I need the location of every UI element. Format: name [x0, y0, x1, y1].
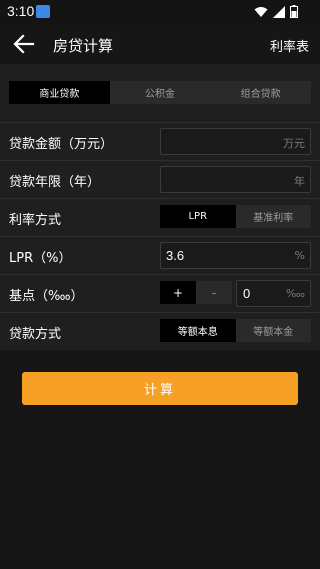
tab-commercial-loan[interactable]: 商业贷款 — [9, 81, 110, 104]
app-bar: 房贷计算 利率表 — [0, 24, 320, 64]
years-placeholder: 年 — [294, 175, 305, 188]
repay-equal-installment[interactable]: 等额本息 — [160, 319, 236, 342]
rate-table-button[interactable]: 利率表 — [270, 36, 309, 55]
lpr-row: LPR（%） 3.6 % — [0, 236, 320, 274]
rate-mode-toggle: LPR 基准利率 — [160, 205, 311, 228]
repay-mode-label: 贷款方式 — [9, 327, 62, 342]
status-icons — [254, 5, 298, 18]
rate-mode-row: 利率方式 LPR 基准利率 — [0, 198, 320, 236]
lpr-input[interactable]: 3.6 % — [160, 242, 311, 269]
back-arrow-icon — [13, 34, 35, 54]
tab-provident-fund[interactable]: 公积金 — [110, 81, 211, 104]
repay-equal-principal[interactable]: 等额本金 — [236, 319, 312, 342]
page-title: 房贷计算 — [53, 37, 114, 55]
rate-mode-lpr[interactable]: LPR — [160, 205, 236, 228]
repay-mode-toggle: 等额本息 等额本金 — [160, 319, 311, 342]
years-input[interactable]: 年 — [160, 166, 311, 193]
loan-type-tabs: 商业贷款 公积金 组合贷款 — [9, 81, 311, 104]
years-label: 贷款年限（年） — [9, 175, 101, 190]
calculate-button[interactable]: 计算 — [22, 372, 298, 405]
minus-button[interactable]: - — [196, 281, 232, 304]
battery-icon — [290, 5, 298, 18]
basis-points-input[interactable]: 0 ‱ — [236, 280, 311, 307]
basis-points-unit: ‱ — [285, 287, 305, 300]
plus-button[interactable]: + — [160, 281, 196, 304]
lpr-value: 3.6 — [166, 248, 185, 263]
back-button[interactable] — [12, 33, 36, 55]
basis-points-value: 0 — [243, 286, 251, 301]
lpr-label: LPR（%） — [9, 251, 72, 266]
loan-form-panel: 商业贷款 公积金 组合贷款 贷款金额（万元） 万元 贷款年限（年） 年 利率方式… — [0, 64, 320, 350]
amount-label: 贷款金额（万元） — [9, 137, 114, 152]
rate-mode-label: 利率方式 — [9, 213, 62, 228]
amount-placeholder: 万元 — [283, 137, 305, 150]
basis-points-row: 基点（‱） + - 0 ‱ — [0, 274, 320, 312]
repay-mode-row: 贷款方式 等额本息 等额本金 — [0, 312, 320, 350]
status-bar: 3:10 — [0, 0, 320, 24]
years-row: 贷款年限（年） 年 — [0, 160, 320, 198]
rate-mode-benchmark[interactable]: 基准利率 — [236, 205, 312, 228]
wifi-icon — [254, 6, 268, 17]
status-time: 3:10 — [7, 3, 35, 19]
basis-points-stepper: + - — [160, 281, 232, 304]
basis-points-label: 基点（‱） — [9, 289, 84, 304]
amount-row: 贷款金额（万元） 万元 — [0, 122, 320, 160]
amount-input[interactable]: 万元 — [160, 128, 311, 155]
tab-combined-loan[interactable]: 组合贷款 — [210, 81, 311, 104]
lpr-unit: % — [294, 249, 305, 262]
signal-icon — [273, 5, 285, 18]
notification-app-icon — [36, 5, 50, 18]
